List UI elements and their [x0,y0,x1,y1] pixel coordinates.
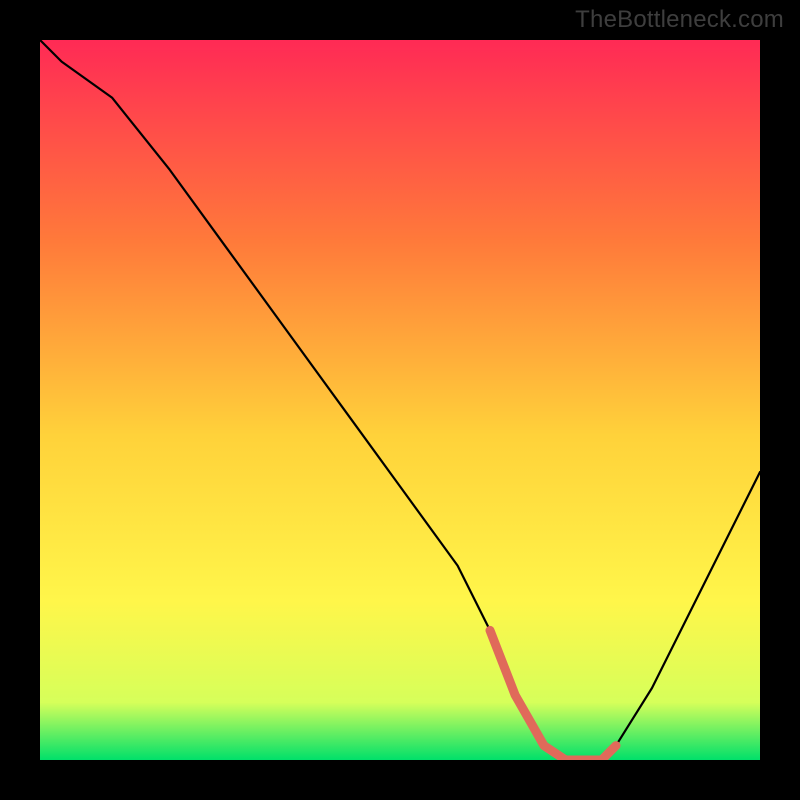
chart-svg [40,40,760,760]
chart-frame: TheBottleneck.com [0,0,800,800]
gradient-background [40,40,760,760]
plot-area [40,40,760,760]
watermark-text: TheBottleneck.com [575,6,784,34]
